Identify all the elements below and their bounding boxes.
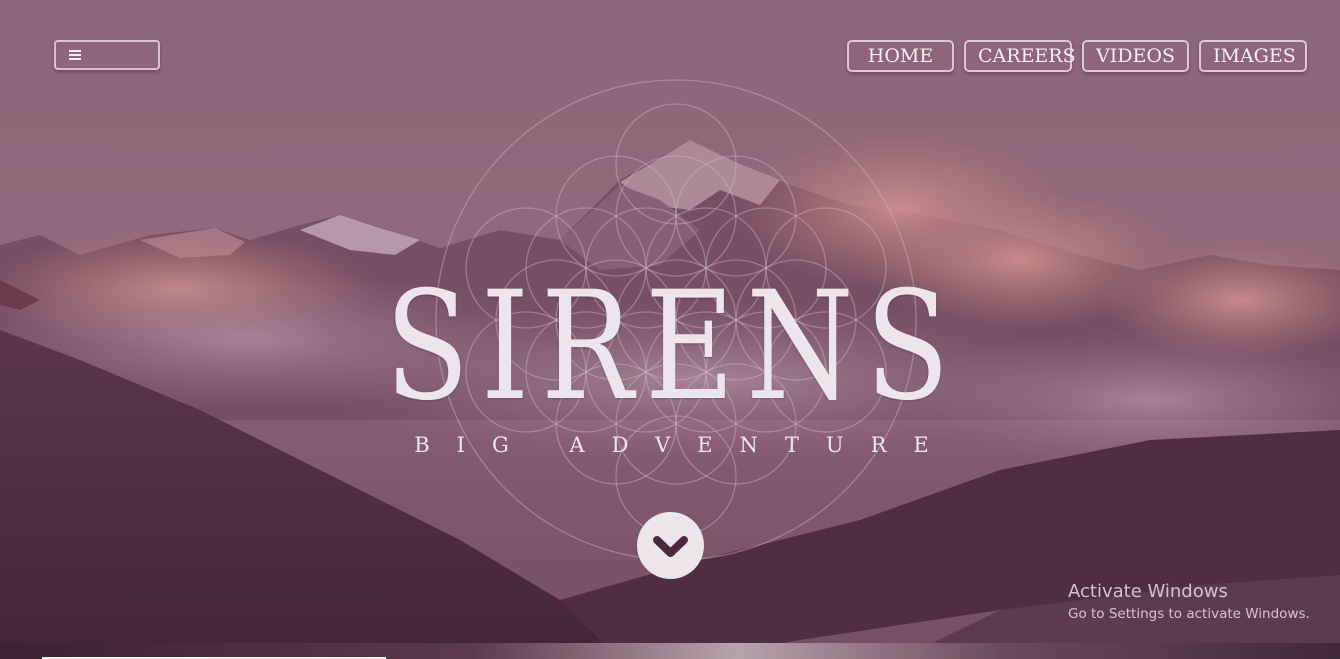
windows-activation-watermark: Activate Windows Go to Settings to activ… — [1068, 580, 1310, 624]
chevron-down-icon — [653, 536, 688, 557]
next-section-preview — [0, 643, 1340, 659]
watermark-title: Activate Windows — [1068, 581, 1228, 602]
hero-title: SIRENS — [385, 260, 962, 434]
nav-link-home[interactable]: HOME — [847, 40, 954, 72]
nav-link-careers[interactable]: CAREERS — [964, 40, 1076, 72]
hamburger-menu-icon — [69, 50, 81, 60]
hero-subtitle: BIG ADVENTURE — [414, 433, 956, 457]
menu-toggle-button[interactable] — [54, 40, 160, 70]
watermark-subtitle: Go to Settings to activate Windows. — [1068, 606, 1310, 622]
scroll-down-button[interactable] — [637, 512, 704, 579]
main-nav: HOME CAREERS VIDEOS IMAGES — [847, 40, 1307, 72]
hero-section: HOME CAREERS VIDEOS IMAGES SIRENS BIG AD… — [0, 0, 1340, 659]
nav-link-videos[interactable]: VIDEOS — [1082, 40, 1189, 72]
nav-link-images[interactable]: IMAGES — [1199, 40, 1307, 72]
